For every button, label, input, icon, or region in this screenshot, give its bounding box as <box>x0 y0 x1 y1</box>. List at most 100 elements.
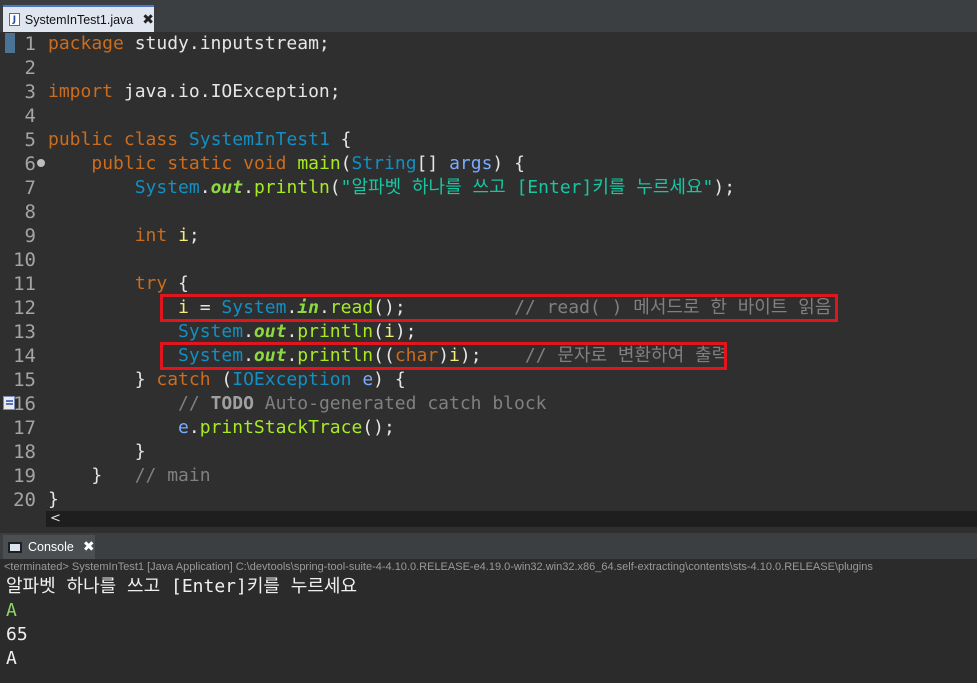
console-output-line: 알파벳 하나를 쓰고 [Enter]키를 누르세요 <box>6 576 358 597</box>
code-token: study.inputstream; <box>123 33 330 54</box>
fold-toggle-icon[interactable] <box>37 159 45 167</box>
code-token: { <box>167 273 189 294</box>
code-token: e <box>362 369 374 390</box>
console-status-line: <terminated> SystemInTest1 [Java Applica… <box>0 559 977 575</box>
tab-console[interactable]: Console ✖ <box>3 535 95 559</box>
close-icon[interactable]: ✖ <box>142 12 154 28</box>
task-marker-icon[interactable] <box>3 396 15 410</box>
code-line[interactable]: 10 <box>0 248 977 272</box>
code-token: System <box>134 177 200 198</box>
code-token: ) { <box>492 153 525 174</box>
code-line[interactable]: 6 public static void main(String[] args)… <box>0 152 977 176</box>
code-text: } <box>48 440 146 464</box>
code-token: public <box>91 153 157 174</box>
tab-title: SystemInTest1.java <box>24 12 134 27</box>
code-token: package <box>48 33 124 54</box>
code-token: String <box>351 153 417 174</box>
code-token: . <box>199 177 211 198</box>
code-token: out <box>253 321 287 342</box>
code-token: class <box>123 129 179 150</box>
scroll-left-icon[interactable]: < <box>50 511 61 527</box>
code-token: ( <box>373 321 384 342</box>
code-token: . <box>286 321 298 342</box>
java-file-icon: J <box>9 13 20 26</box>
code-line[interactable]: 4 <box>0 104 977 128</box>
code-token: ( <box>340 153 352 174</box>
code-token: ; <box>188 225 200 246</box>
code-line[interactable]: 8 <box>0 200 977 224</box>
code-line[interactable]: 5 public class SystemInTest1 { <box>0 128 977 152</box>
code-line[interactable]: 18 } <box>0 440 977 464</box>
highlight-box-char <box>160 342 727 370</box>
console-output-line: 65 <box>6 624 28 645</box>
code-line[interactable]: 13 System.out.println(i); <box>0 320 977 344</box>
code-token: void <box>243 153 287 174</box>
code-token: } <box>48 369 157 390</box>
code-text: import java.io.IOException; <box>48 80 341 104</box>
code-token: i <box>383 321 395 342</box>
line-number: 14 <box>13 345 36 367</box>
code-line[interactable]: 1 package study.inputstream; <box>0 32 977 56</box>
code-token: ( <box>210 369 233 390</box>
code-text: e.printStackTrace(); <box>48 416 395 440</box>
code-line[interactable]: 7 System.out.println("알파벳 하나를 쓰고 [Enter]… <box>0 176 977 200</box>
code-token: main <box>297 153 341 174</box>
code-token: try <box>134 273 168 294</box>
code-line[interactable]: 17 e.printStackTrace(); <box>0 416 977 440</box>
console-tab-title: Console <box>28 540 74 554</box>
code-token: printStackTrace <box>199 417 363 438</box>
code-line[interactable]: 2 <box>0 56 977 80</box>
line-number: 12 <box>13 297 36 319</box>
code-text: System.out.println("알파벳 하나를 쓰고 [Enter]키를… <box>48 176 735 200</box>
code-text: System.out.println(i); <box>48 320 416 344</box>
code-token: ( <box>329 177 341 198</box>
code-token: // main <box>134 465 211 486</box>
code-token: i <box>178 225 189 246</box>
tab-systemintest1-java[interactable]: J SystemInTest1.java ✖ <box>3 5 154 32</box>
code-token: . <box>243 321 254 342</box>
line-number: 10 <box>13 249 36 271</box>
code-token: SystemInTest1 <box>188 129 330 150</box>
line-number: 8 <box>24 201 36 223</box>
code-line[interactable]: 11 try { <box>0 272 977 296</box>
code-line[interactable]: 20} <box>0 488 977 512</box>
line-number: 7 <box>24 177 36 199</box>
code-token: Auto-generated catch block <box>253 393 547 414</box>
code-line[interactable]: 16 // TODO Auto-generated catch block <box>0 392 977 416</box>
close-icon[interactable]: ✖ <box>83 539 95 555</box>
code-line[interactable]: 15 } catch (IOException e) { <box>0 368 977 392</box>
code-text: package study.inputstream; <box>48 32 330 56</box>
code-token: import <box>48 81 114 102</box>
code-text: } catch (IOException e) { <box>48 368 406 392</box>
code-token: } <box>48 489 59 510</box>
code-line[interactable]: 3 import java.io.IOException; <box>0 80 977 104</box>
code-text: public class SystemInTest1 { <box>48 128 351 152</box>
console-output[interactable]: 알파벳 하나를 쓰고 [Enter]키를 누르세요 A 65 A <box>0 575 977 683</box>
code-text: } // main <box>48 464 211 488</box>
code-line[interactable]: 19 } // main <box>0 464 977 488</box>
code-token: "알파벳 하나를 쓰고 [Enter]키를 누르세요" <box>340 177 714 198</box>
code-token: System <box>178 321 244 342</box>
line-number: 11 <box>13 273 36 295</box>
line-number: 3 <box>24 81 36 103</box>
code-editor[interactable]: 1 package study.inputstream; 2 3 import java… <box>0 32 977 527</box>
code-token: { <box>329 129 352 150</box>
horizontal-scrollbar[interactable]: < <box>46 511 977 527</box>
console-tab-bar: Console ✖ <box>0 533 977 559</box>
code-token: args <box>449 153 493 174</box>
code-token: int <box>134 225 168 246</box>
line-number: 17 <box>13 417 36 439</box>
line-number: 13 <box>13 321 36 343</box>
line-number: 18 <box>13 441 36 463</box>
code-text: // TODO Auto-generated catch block <box>48 392 547 416</box>
code-line[interactable]: 9 int i; <box>0 224 977 248</box>
